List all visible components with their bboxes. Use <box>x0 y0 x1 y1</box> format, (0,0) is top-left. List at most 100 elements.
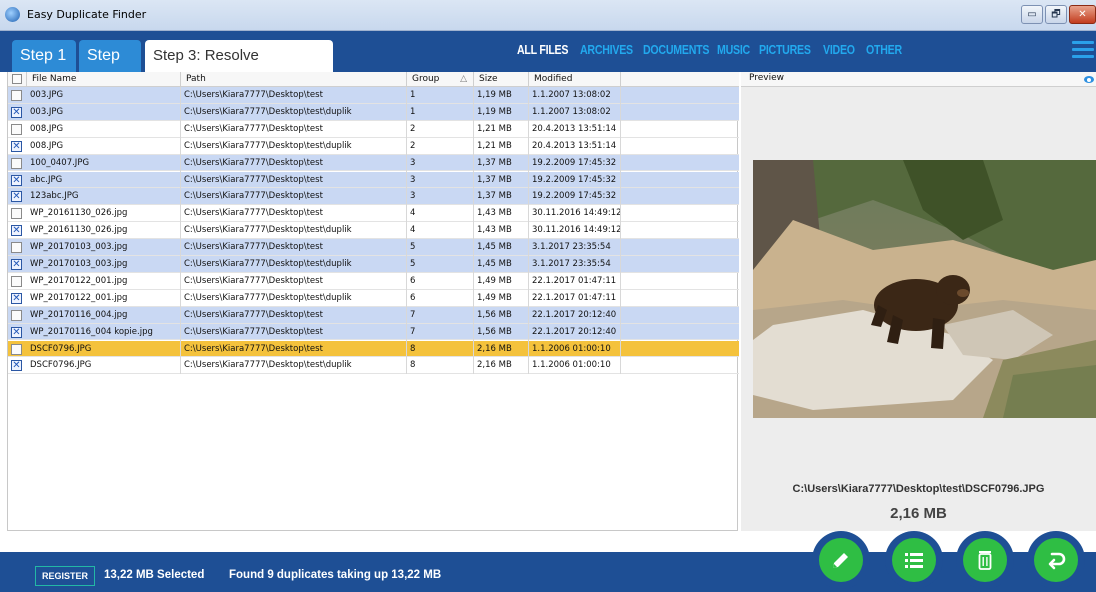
register-button[interactable]: REGISTER <box>35 566 96 586</box>
cell-size: 1,45 MB <box>474 256 529 273</box>
cell-empty <box>621 205 739 222</box>
table-row[interactable]: ✕ WP_20170103_003.jpg C:\Users\Kiara7777\D… <box>8 256 739 273</box>
cell-modified: 3.1.2017 23:35:54 <box>529 239 621 257</box>
cell-file-name: WP_20170116_004.jpg <box>27 306 181 324</box>
undo-button-circle <box>1034 538 1078 582</box>
filter-pictures[interactable]: PICTURES <box>759 43 811 57</box>
table-row[interactable]: ✕ WP_20170122_001.jpg C:\Users\Kiara7777\D… <box>8 289 739 307</box>
cell-path: C:\Users\Kiara7777\Desktop\test\duplik <box>181 289 407 307</box>
cell-size: 1,56 MB <box>474 306 529 324</box>
cell-group: 6 <box>407 289 474 307</box>
table-row[interactable]: WP_20161130_026.jpg C:\Users\Kiara7777\De… <box>8 205 739 223</box>
cell-file-name: WP_20161130_026.jpg <box>27 222 181 240</box>
row-checkbox[interactable]: ✕ <box>11 259 22 270</box>
row-checkbox[interactable]: ✕ <box>11 225 22 237</box>
table-row[interactable]: WP_20170103_003.jpg C:\Users\Kiara7777\De… <box>8 239 739 257</box>
row-checkbox[interactable] <box>11 90 22 101</box>
cell-group: 5 <box>407 256 474 273</box>
table-row[interactable]: ✕ WP_20161130_026.jpg C:\Users\Kiara7777\D… <box>8 222 739 240</box>
cell-path: C:\Users\Kiara7777\Desktop\test\duplik <box>181 222 407 240</box>
table-row[interactable]: ✕ WP_20170116_004 kopie.jpg C:\Users\Kiara… <box>8 323 739 341</box>
delete-button-circle <box>963 538 1007 582</box>
header-group[interactable]: Group △ <box>407 72 474 87</box>
cell-path: C:\Users\Kiara7777\Desktop\test <box>181 120 407 138</box>
filter-music[interactable]: MUSIC <box>717 43 750 57</box>
filter-all-files[interactable]: ALL FILES <box>517 43 568 57</box>
eye-icon[interactable] <box>1084 76 1094 83</box>
cell-path: C:\Users\Kiara7777\Desktop\test <box>181 188 407 206</box>
row-checkbox[interactable] <box>11 242 22 254</box>
table-header: File Name Path Group △ Size Modified <box>8 72 739 87</box>
undo-icon <box>1048 552 1066 570</box>
row-checkbox[interactable]: ✕ <box>11 191 22 203</box>
cell-empty <box>621 256 739 273</box>
tab-step-2[interactable]: Step 2 <box>79 40 141 95</box>
cell-size: 1,21 MB <box>474 137 529 155</box>
menu-icon[interactable] <box>1072 41 1094 62</box>
cell-path: C:\Users\Kiara7777\Desktop\test <box>181 87 407 104</box>
cell-size: 1,37 MB <box>474 154 529 172</box>
cell-file-name: 003.JPG <box>27 87 181 104</box>
cell-path: C:\Users\Kiara7777\Desktop\test <box>181 154 407 172</box>
cell-modified: 1.1.2006 01:00:10 <box>529 357 621 375</box>
select-all-checkbox[interactable] <box>12 74 22 84</box>
table-row[interactable]: 008.JPG C:\Users\Kiara7777\Desktop\test 2 1… <box>8 120 739 138</box>
cell-group: 8 <box>407 340 474 358</box>
row-checkbox[interactable]: ✕ <box>11 140 22 152</box>
header-file-name[interactable]: File Name <box>27 72 181 87</box>
cell-modified: 19.2.2009 17:45:32 <box>529 154 621 172</box>
table-row[interactable]: 003.JPG C:\Users\Kiara7777\Desktop\test 1 1… <box>8 87 739 104</box>
edit-button[interactable] <box>812 531 870 589</box>
table-row[interactable]: ✕ 008.JPG C:\Users\Kiara7777\Desktop\test\… <box>8 137 739 155</box>
restore-button[interactable]: 🗗 <box>1045 5 1067 24</box>
cell-size: 1,49 MB <box>474 289 529 307</box>
table-row[interactable]: WP_20170122_001.jpg C:\Users\Kiara7777\De… <box>8 272 739 290</box>
row-checkbox[interactable]: ✕ <box>11 326 22 338</box>
row-checkbox[interactable]: ✕ <box>11 174 22 186</box>
row-checkbox[interactable] <box>11 123 22 135</box>
trash-icon <box>978 551 992 570</box>
table-row[interactable]: ✕ abc.JPG C:\Users\Kiara7777\Desktop\test 3… <box>8 171 739 189</box>
preview-header: Preview <box>741 72 1096 87</box>
row-checkbox[interactable] <box>11 275 22 287</box>
row-checkbox[interactable] <box>11 208 22 220</box>
cell-size: 1,37 MB <box>474 171 529 189</box>
header-path[interactable]: Path <box>181 72 407 87</box>
list-button[interactable] <box>885 531 943 589</box>
filter-video[interactable]: VIDEO <box>823 43 855 57</box>
selected-size-text: 13,22 MB Selected <box>104 569 205 581</box>
table-row[interactable]: ✕ 123abc.JPG C:\Users\Kiara7777\Desktop\te… <box>8 188 739 206</box>
table-row[interactable]: DSCF0796.JPG C:\Users\Kiara7777\Desktop\t… <box>8 340 739 358</box>
row-checkbox[interactable]: ✕ <box>11 106 22 118</box>
table-row[interactable]: ✕ DSCF0796.JPG C:\Users\Kiara7777\Desktop\… <box>8 357 739 375</box>
header-size[interactable]: Size <box>474 72 529 87</box>
filter-archives[interactable]: ARCHIVES <box>580 43 633 57</box>
cell-empty <box>621 172 739 189</box>
cell-modified: 22.1.2017 01:47:11 <box>529 289 621 307</box>
row-checkbox[interactable] <box>11 309 22 321</box>
table-row[interactable]: ✕ 003.JPG C:\Users\Kiara7777\Desktop\test\… <box>8 103 739 121</box>
row-checkbox[interactable]: ✕ <box>11 292 22 304</box>
tab-step-3[interactable]: Step 3: Resolve Duplicates <box>145 40 333 95</box>
cell-empty <box>621 324 739 341</box>
delete-button[interactable] <box>956 531 1014 589</box>
filter-documents[interactable]: DOCUMENTS <box>643 43 709 57</box>
header-modified[interactable]: Modified <box>529 72 621 87</box>
cell-modified: 1.1.2007 13:08:02 <box>529 87 621 104</box>
select-all-column[interactable] <box>8 72 27 87</box>
row-checkbox[interactable] <box>11 343 22 355</box>
cell-group: 1 <box>407 87 474 104</box>
undo-button[interactable] <box>1027 531 1085 589</box>
row-checkbox[interactable] <box>11 157 22 169</box>
list-button-circle <box>892 538 936 582</box>
filter-other[interactable]: OTHER <box>866 43 902 57</box>
row-checkbox[interactable]: ✕ <box>11 360 22 372</box>
cell-modified: 22.1.2017 20:12:40 <box>529 306 621 324</box>
close-button[interactable]: ✕ <box>1069 5 1096 24</box>
cell-size: 1,43 MB <box>474 205 529 223</box>
table-row[interactable]: WP_20170116_004.jpg C:\Users\Kiara7777\De… <box>8 306 739 324</box>
minimize-button[interactable]: ▭ <box>1021 5 1043 24</box>
tab-step-1[interactable]: Step 1 <box>12 40 76 72</box>
app-header: Step 1 Step 2 Step 3: Resolve Duplicates… <box>0 31 1096 95</box>
table-row[interactable]: 100_0407.JPG C:\Users\Kiara7777\Desktop\t… <box>8 154 739 172</box>
